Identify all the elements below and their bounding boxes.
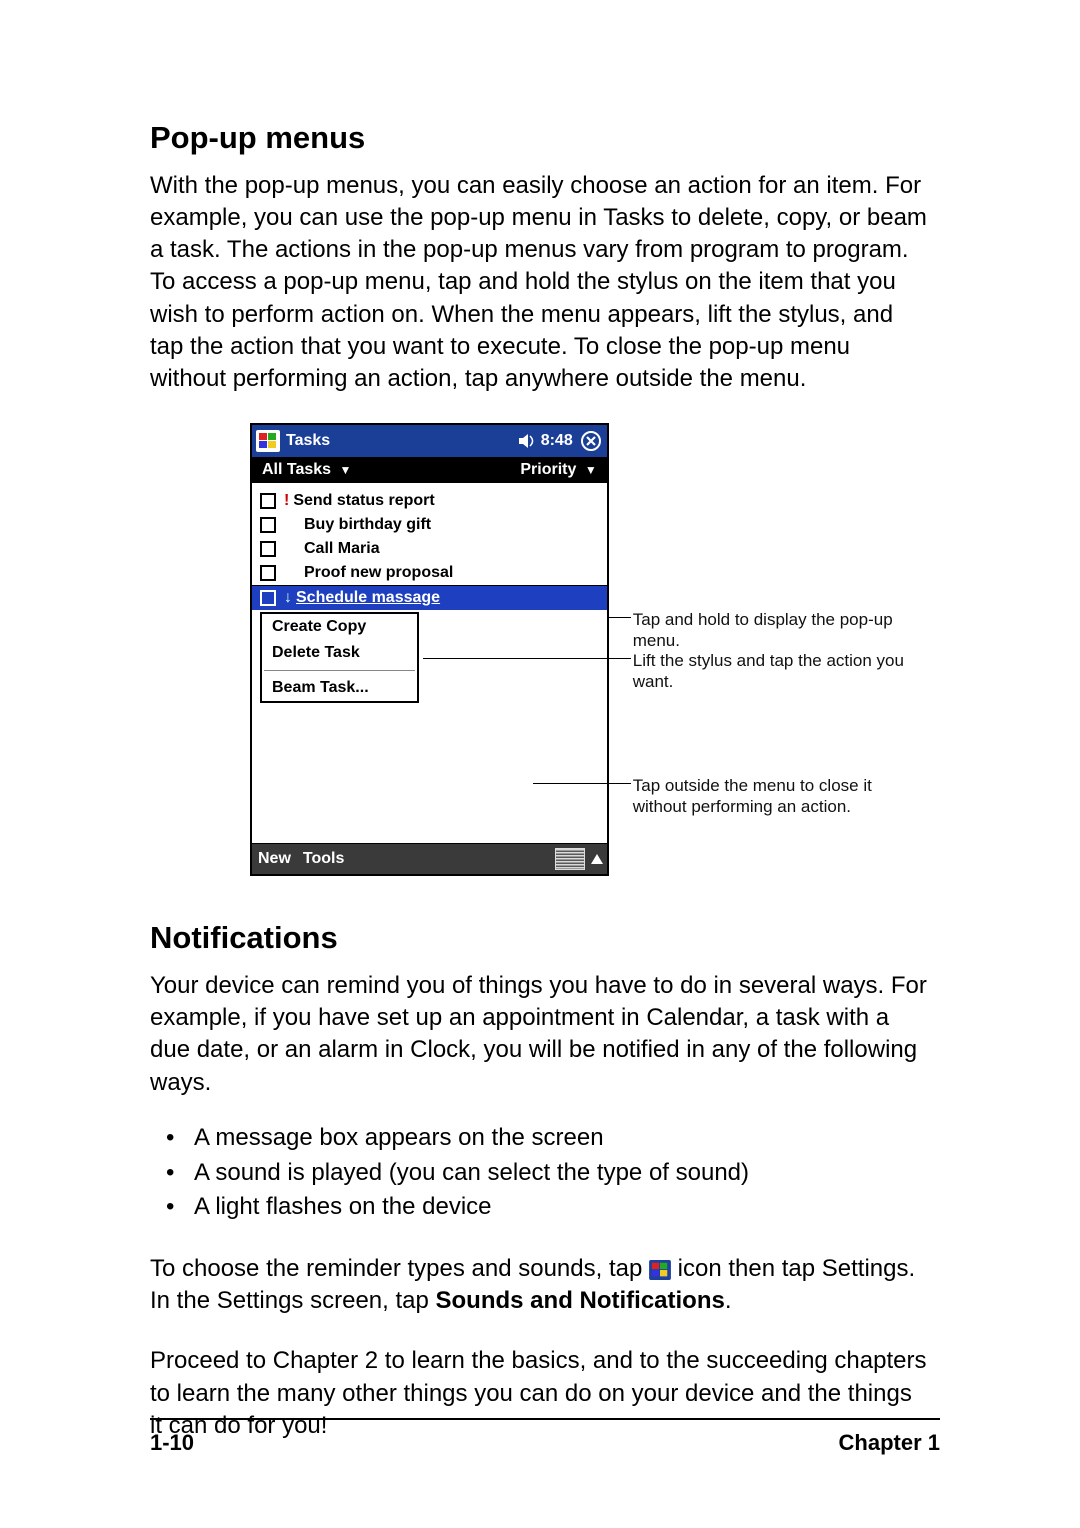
list-item: A message box appears on the screen [194, 1121, 930, 1156]
start-flag-icon[interactable] [256, 430, 280, 452]
device-titlebar: Tasks 8:48 [252, 425, 607, 457]
page-footer: 1-10 Chapter 1 [150, 1418, 940, 1456]
menu-separator [264, 670, 415, 671]
close-icon[interactable] [581, 431, 601, 451]
task-row[interactable]: Buy birthday gift [260, 513, 607, 537]
new-button[interactable]: New [258, 850, 291, 868]
text-bold: Sounds and Notifications [436, 1287, 725, 1314]
menu-item-beam-task[interactable]: Beam Task... [262, 675, 417, 701]
filter-priority[interactable]: Priority ▼ [520, 461, 596, 479]
app-title: Tasks [286, 432, 330, 450]
checkbox-icon[interactable] [260, 590, 276, 606]
priority-low-icon: ↓ [284, 589, 292, 607]
chevron-down-icon: ▼ [340, 463, 352, 477]
priority-high-icon: ! [284, 492, 289, 510]
text: . [725, 1287, 732, 1314]
speaker-icon[interactable] [519, 433, 537, 449]
notifications-bullets: A message box appears on the screen A so… [150, 1121, 930, 1225]
start-flag-icon [649, 1260, 671, 1280]
callout-c: Tap outside the menu to close it without… [633, 775, 930, 818]
callout-b: Lift the stylus and tap the action you w… [633, 650, 930, 693]
device-toolbar: All Tasks ▼ Priority ▼ [252, 457, 607, 483]
task-label: Send status report [293, 492, 434, 510]
task-row[interactable]: Call Maria [260, 537, 607, 561]
chapter-label: Chapter 1 [839, 1430, 940, 1456]
notifications-intro: Your device can remind you of things you… [150, 970, 930, 1099]
callout-a: Tap and hold to display the pop-up menu. [633, 609, 930, 652]
checkbox-icon[interactable] [260, 517, 276, 533]
task-row[interactable]: Proof new proposal [260, 561, 607, 585]
empty-task-area[interactable] [252, 703, 607, 843]
filter-left-label: All Tasks [262, 461, 331, 478]
list-item: A sound is played (you can select the ty… [194, 1156, 930, 1191]
list-item: A light flashes on the device [194, 1190, 930, 1225]
device-clock: 8:48 [541, 432, 573, 450]
device-bottombar: New Tools [252, 843, 607, 874]
checkbox-icon[interactable] [260, 541, 276, 557]
task-row-selected[interactable]: ↓ Schedule massage [252, 585, 607, 610]
keyboard-icon[interactable] [555, 848, 585, 870]
task-label: Schedule massage [296, 589, 440, 607]
task-label: Proof new proposal [304, 564, 453, 582]
pocketpc-screenshot: Tasks 8:48 All Tasks ▼ Priority [250, 423, 609, 876]
popup-body: With the pop-up menus, you can easily ch… [150, 170, 930, 395]
task-list: ! Send status report Buy birthday gift C… [252, 483, 607, 612]
tools-button[interactable]: Tools [303, 850, 344, 868]
checkbox-icon[interactable] [260, 565, 276, 581]
filter-all-tasks[interactable]: All Tasks ▼ [262, 461, 351, 479]
context-menu: Create Copy Delete Task Beam Task... [260, 612, 419, 703]
text: To choose the reminder types and sounds,… [150, 1255, 649, 1282]
filter-right-label: Priority [520, 461, 576, 478]
notifications-para2: To choose the reminder types and sounds,… [150, 1253, 930, 1317]
chevron-up-icon[interactable] [591, 854, 603, 864]
figure-popup-menu: Tasks 8:48 All Tasks ▼ Priority [250, 423, 930, 876]
checkbox-icon[interactable] [260, 493, 276, 509]
chevron-down-icon: ▼ [585, 463, 597, 477]
notifications-heading: Notifications [150, 920, 930, 956]
popup-heading: Pop-up menus [150, 120, 930, 156]
page-number: 1-10 [150, 1430, 194, 1456]
menu-item-create-copy[interactable]: Create Copy [262, 614, 417, 640]
task-label: Buy birthday gift [304, 516, 431, 534]
task-label: Call Maria [304, 540, 380, 558]
task-row[interactable]: ! Send status report [260, 489, 607, 513]
figure-callouts: Tap and hold to display the pop-up menu.… [633, 423, 930, 876]
menu-item-delete-task[interactable]: Delete Task [262, 640, 417, 666]
